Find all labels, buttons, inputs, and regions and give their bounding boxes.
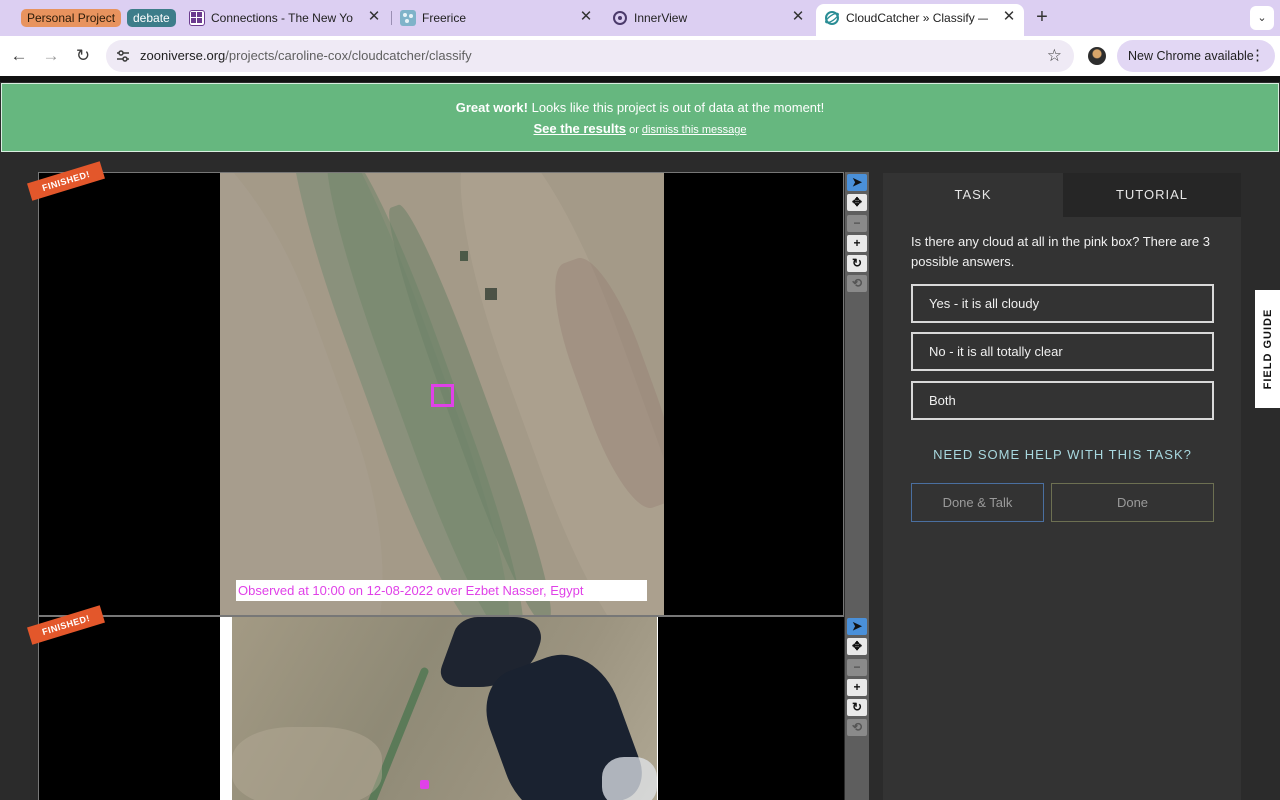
satellite-image-2-content: [232, 617, 657, 800]
out-of-data-banner: Great work! Looks like this project is o…: [1, 83, 1279, 152]
nyt-games-icon: [189, 10, 205, 26]
close-tab-icon[interactable]: ✕: [789, 8, 807, 26]
zooniverse-classify-page: Great work! Looks like this project is o…: [0, 76, 1280, 800]
new-tab-button[interactable]: +: [1032, 7, 1052, 27]
see-results-link[interactable]: See the results: [534, 121, 627, 136]
url-host: zooniverse.org: [140, 48, 226, 63]
rotate-icon[interactable]: ↻: [847, 255, 867, 272]
close-tab-icon[interactable]: ✕: [1000, 8, 1018, 26]
top-nav-edge: [0, 76, 1280, 82]
tab-cloudcatcher-active[interactable]: CloudCatcher » Classify — Zo ✕: [816, 4, 1024, 36]
satellite-image-2: [220, 617, 658, 800]
banner-message: Great work! Looks like this project is o…: [2, 100, 1278, 116]
browser-toolbar: ← → ↻ zooniverse.org/projects/caroline-c…: [0, 36, 1280, 76]
freerice-icon: [400, 10, 416, 26]
bookmark-star-icon[interactable]: ☆: [1047, 46, 1062, 66]
pink-target-marker: [420, 780, 429, 789]
field-guide-label: FIELD GUIDE: [1262, 308, 1274, 390]
tab-title: Freerice: [422, 11, 467, 25]
address-bar[interactable]: zooniverse.org/projects/caroline-cox/clo…: [106, 40, 1074, 72]
url-text: zooniverse.org/projects/caroline-cox/clo…: [140, 48, 472, 64]
banner-links: See the results or dismiss this message: [2, 121, 1278, 138]
close-tab-icon[interactable]: ✕: [365, 8, 383, 26]
tab-title: Connections - The New York: [211, 11, 353, 25]
tab-title: CloudCatcher » Classify — Zo: [846, 11, 988, 25]
subject-image-viewer[interactable]: Observed at 10:00 on 12-08-2022 over Ezb…: [38, 172, 844, 616]
profile-avatar[interactable]: [1088, 47, 1106, 65]
pointer-icon[interactable]: ➤: [847, 618, 867, 635]
new-chrome-available-button[interactable]: New Chrome available ⋮: [1117, 40, 1275, 72]
done-and-talk-button[interactable]: Done & Talk: [911, 483, 1044, 522]
answer-all-clear[interactable]: No - it is all totally clear: [911, 332, 1214, 371]
observation-caption: Observed at 10:00 on 12-08-2022 over Ezb…: [236, 580, 647, 601]
answer-all-cloudy[interactable]: Yes - it is all cloudy: [911, 284, 1214, 323]
kebab-menu-icon[interactable]: ⋮: [1250, 40, 1265, 72]
dismiss-message-link[interactable]: dismiss this message: [642, 124, 747, 136]
tab-freerice[interactable]: Freerice ✕: [400, 6, 596, 30]
close-tab-icon[interactable]: ✕: [577, 8, 595, 26]
task-question: Is there any cloud at all in the pink bo…: [911, 234, 1210, 269]
zoom-in-icon[interactable]: +: [847, 679, 867, 696]
pan-icon[interactable]: ✥: [847, 638, 867, 655]
tab-tutorial[interactable]: TUTORIAL: [1063, 173, 1241, 217]
image-toolbar: ➤ ✥ − + ↻ ⟲: [845, 172, 869, 616]
subject-image-viewer-2[interactable]: [38, 616, 844, 800]
innerview-icon: [612, 10, 628, 26]
pan-icon[interactable]: ✥: [847, 194, 867, 211]
reload-icon[interactable]: ↻: [71, 44, 95, 68]
tab-search-button[interactable]: ⌄: [1250, 6, 1274, 30]
site-info-icon[interactable]: [115, 48, 131, 64]
task-panel: TASK TUTORIAL Is there any cloud at all …: [883, 173, 1241, 800]
answer-both[interactable]: Both: [911, 381, 1214, 420]
back-icon[interactable]: ←: [7, 44, 31, 68]
banner-text: Looks like this project is out of data a…: [527, 100, 825, 115]
zoom-out-icon[interactable]: −: [847, 215, 867, 232]
tab-content: CloudCatcher » Classify — Zo ✕: [824, 6, 1020, 30]
forward-icon[interactable]: →: [39, 44, 63, 68]
tab-group-debate[interactable]: debate: [127, 9, 176, 27]
zooniverse-icon: [824, 10, 840, 26]
banner-or: or: [626, 124, 642, 136]
url-path: /projects/caroline-cox/cloudcatcher/clas…: [225, 48, 472, 63]
new-chrome-label: New Chrome available: [1128, 49, 1254, 63]
reset-icon[interactable]: ⟲: [847, 719, 867, 736]
tab-task[interactable]: TASK: [883, 173, 1063, 217]
rotate-icon[interactable]: ↻: [847, 699, 867, 716]
tab-connections[interactable]: Connections - The New York ✕: [189, 6, 385, 30]
reset-icon[interactable]: ⟲: [847, 275, 867, 292]
zoom-in-icon[interactable]: +: [847, 235, 867, 252]
pointer-icon[interactable]: ➤: [847, 174, 867, 191]
pink-target-box: [431, 384, 454, 407]
field-guide-tab[interactable]: FIELD GUIDE: [1255, 290, 1280, 408]
tab-separator: [391, 11, 392, 25]
tab-group-personal-project[interactable]: Personal Project: [21, 9, 122, 27]
done-button[interactable]: Done: [1051, 483, 1214, 522]
zoom-out-icon[interactable]: −: [847, 659, 867, 676]
tab-innerview[interactable]: InnerView ✕: [612, 6, 808, 30]
banner-bold: Great work!: [455, 100, 528, 115]
browser-tab-strip: Personal Project debate Connections - Th…: [0, 0, 1280, 36]
satellite-image: Observed at 10:00 on 12-08-2022 over Ezb…: [220, 173, 664, 615]
tab-title: InnerView: [634, 11, 688, 25]
task-help-link[interactable]: NEED SOME HELP WITH THIS TASK?: [911, 446, 1214, 464]
image-toolbar-2: ➤ ✥ − + ↻ ⟲: [845, 616, 869, 800]
